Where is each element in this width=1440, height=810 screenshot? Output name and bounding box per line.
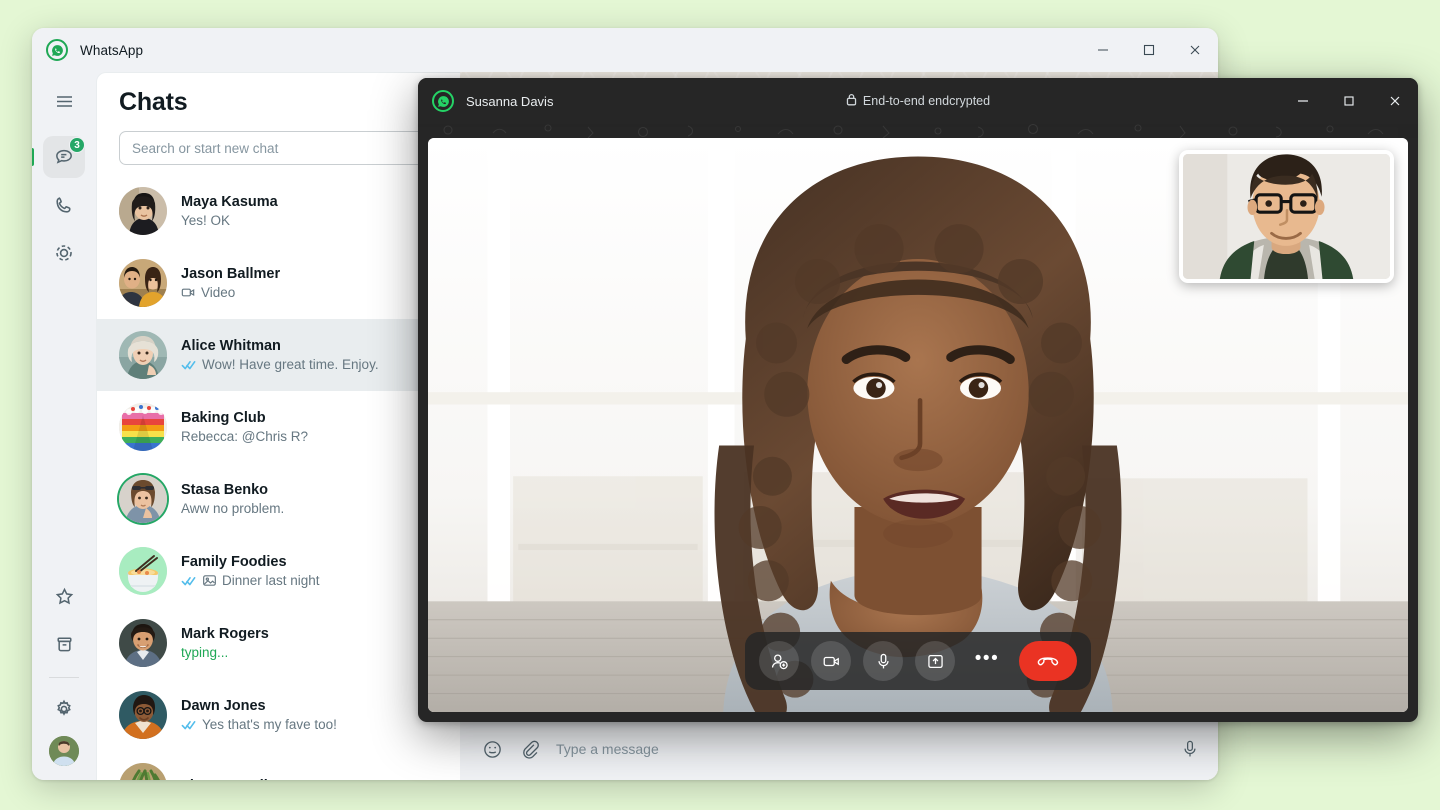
call-minimize-button[interactable] — [1280, 78, 1326, 124]
read-receipt-icon — [181, 719, 197, 731]
add-participant-button[interactable] — [759, 641, 799, 681]
sidebar-item-settings[interactable] — [43, 688, 85, 730]
sidebar-item-archived[interactable] — [43, 623, 85, 665]
avatar — [119, 475, 167, 523]
sidebar-item-chats[interactable]: 3 — [32, 136, 85, 178]
read-receipt-icon — [181, 575, 197, 587]
whatsapp-logo-icon — [46, 39, 68, 61]
avatar — [119, 259, 167, 307]
main-window-controls — [1080, 28, 1218, 72]
sidebar-item-starred[interactable] — [43, 575, 85, 617]
self-view-thumbnail[interactable] — [1179, 150, 1394, 283]
rail-divider — [49, 677, 79, 678]
call-controls-bar: ••• — [745, 632, 1091, 690]
chat-preview-text: Aww no problem. — [181, 501, 285, 516]
chat-preview-text: Yes! OK — [181, 213, 231, 228]
call-window-controls — [1280, 78, 1418, 124]
profile-avatar[interactable] — [49, 736, 79, 766]
more-options-button[interactable]: ••• — [967, 641, 1007, 681]
minimize-button[interactable] — [1080, 28, 1126, 72]
sidebar-item-status[interactable] — [43, 232, 85, 274]
ellipsis-icon: ••• — [974, 648, 1000, 669]
toggle-camera-button[interactable] — [811, 641, 851, 681]
avatar — [119, 763, 167, 780]
call-window-titlebar: Susanna Davis End-to-end endcrypted — [418, 78, 1418, 124]
paperclip-icon[interactable] — [519, 739, 540, 760]
video-camera-icon — [181, 285, 196, 300]
message-composer — [460, 718, 1218, 780]
navigation-rail: 3 — [32, 72, 96, 780]
read-receipt-icon — [181, 359, 197, 371]
chat-preview-text: Yes that's my fave too! — [202, 717, 337, 732]
share-screen-button[interactable] — [915, 641, 955, 681]
lock-icon — [846, 93, 857, 109]
encryption-notice: End-to-end endcrypted — [418, 93, 1418, 109]
sidebar-item-calls[interactable] — [43, 184, 85, 226]
end-call-button[interactable] — [1019, 641, 1077, 681]
emoji-smiley-icon[interactable] — [482, 739, 503, 760]
page-title: Chats — [119, 87, 188, 116]
call-close-button[interactable] — [1372, 78, 1418, 124]
microphone-icon[interactable] — [1180, 739, 1200, 759]
call-video-stage: ••• — [428, 138, 1408, 712]
avatar — [119, 619, 167, 667]
encryption-label: End-to-end endcrypted — [862, 94, 991, 108]
avatar — [119, 691, 167, 739]
maximize-button[interactable] — [1126, 28, 1172, 72]
doodle-strip — [418, 124, 1418, 138]
avatar — [119, 331, 167, 379]
avatar — [119, 547, 167, 595]
message-input[interactable] — [556, 741, 1164, 757]
chat-preview-text: typing... — [181, 645, 229, 660]
main-window-titlebar: WhatsApp — [32, 28, 1218, 72]
video-call-window: Susanna Davis End-to-end endcrypted ••• — [418, 78, 1418, 722]
chats-unread-badge: 3 — [69, 137, 85, 153]
app-title: WhatsApp — [80, 42, 144, 58]
call-maximize-button[interactable] — [1326, 78, 1372, 124]
whatsapp-logo-icon — [432, 90, 454, 112]
toggle-microphone-button[interactable] — [863, 641, 903, 681]
avatar — [119, 403, 167, 451]
chat-preview-text: Dinner last night — [222, 573, 320, 588]
hamburger-menu-icon[interactable] — [43, 80, 85, 122]
chat-preview-text: Video — [201, 285, 236, 300]
chat-preview-text: Wow! Have great time. Enjoy. — [202, 357, 379, 372]
call-peer-name: Susanna Davis — [466, 93, 554, 109]
close-button[interactable] — [1172, 28, 1218, 72]
chat-preview-text: Rebecca: @Chris R? — [181, 429, 308, 444]
image-icon — [202, 573, 217, 588]
avatar — [119, 187, 167, 235]
